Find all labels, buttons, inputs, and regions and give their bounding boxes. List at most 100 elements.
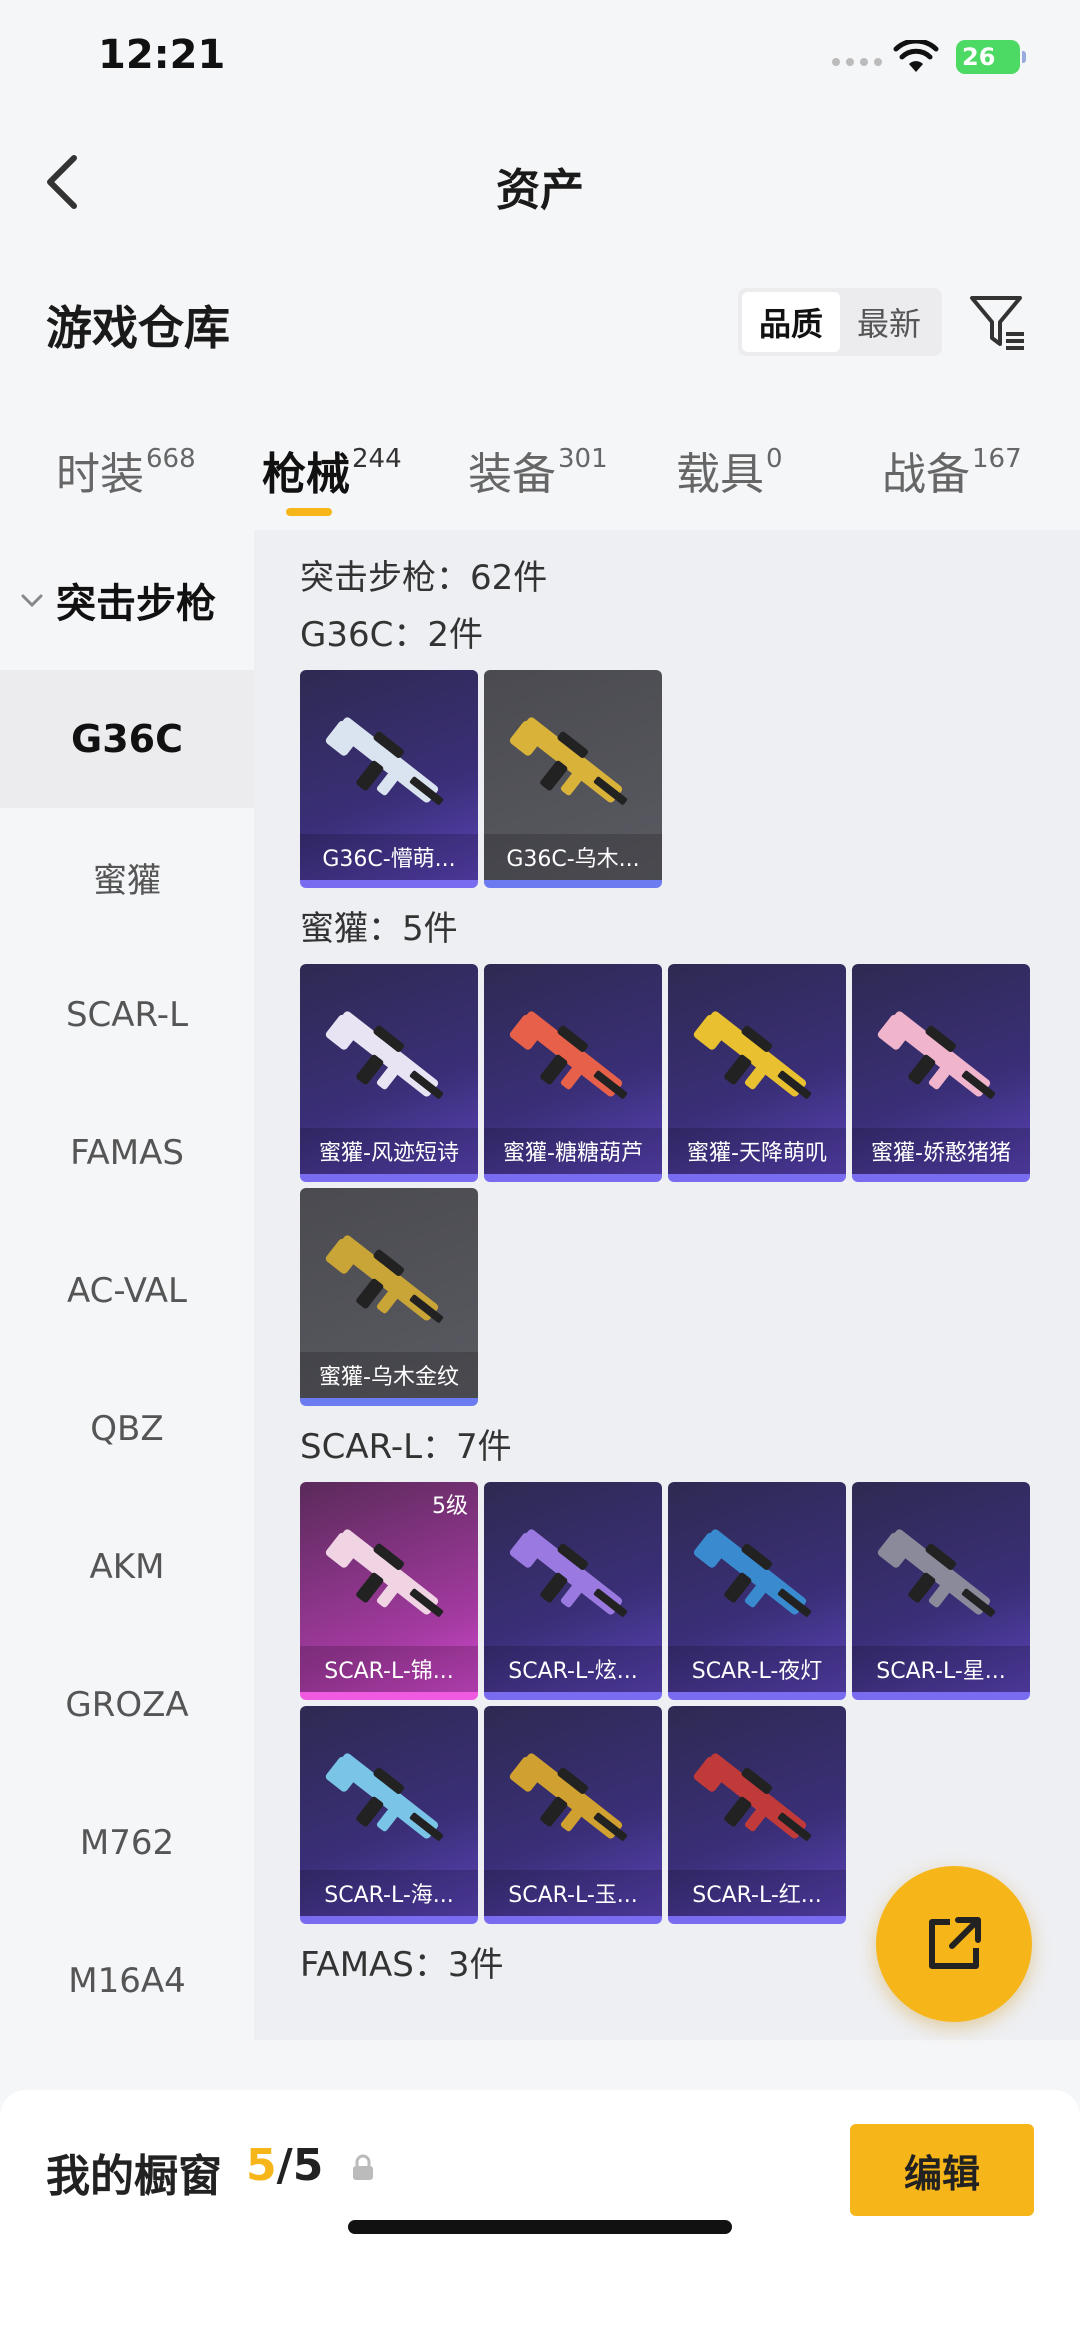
skin-card[interactable]: 蜜獾-糖糖葫芦 <box>484 964 662 1182</box>
sort-quality-button[interactable]: 品质 <box>742 292 840 352</box>
rifle-image <box>509 1529 628 1617</box>
tab-label: 装备 <box>468 449 556 500</box>
showcase-count: 5/5 <box>246 2140 323 2191</box>
sidebar-group-label: 突击步枪 <box>56 581 216 627</box>
skin-name: SCAR-L-锦... <box>300 1646 478 1692</box>
edit-button[interactable]: 编辑 <box>850 2124 1034 2216</box>
skin-card[interactable]: G36C-懵萌... <box>300 670 478 888</box>
skin-card[interactable]: 5级 SCAR-L-锦... <box>300 1482 478 1700</box>
group-heading-honey-badger: 蜜獾：5件 <box>300 909 458 949</box>
signal-icon <box>832 58 882 66</box>
group-heading-g36c: G36C：2件 <box>300 615 483 655</box>
section-title: 游戏仓库 <box>46 301 230 355</box>
tab-count: 167 <box>972 444 1022 474</box>
tab-label: 时装 <box>56 449 144 500</box>
tab-count: 0 <box>766 444 783 474</box>
skin-card[interactable]: SCAR-L-星... <box>852 1482 1030 1700</box>
filter-icon[interactable] <box>966 290 1030 354</box>
chevron-down-icon <box>21 594 43 608</box>
rifle-image <box>325 1753 444 1841</box>
skin-name: G36C-乌木... <box>484 834 662 880</box>
share-button[interactable] <box>876 1866 1032 2022</box>
showcase-total: /5 <box>276 2140 324 2191</box>
skin-card[interactable]: SCAR-L-海... <box>300 1706 478 1924</box>
skin-name: 蜜獾-天降萌叽 <box>668 1128 846 1174</box>
skin-name: SCAR-L-星... <box>852 1646 1030 1692</box>
tab-count: 244 <box>352 444 402 474</box>
level-badge: 5级 <box>432 1494 468 1519</box>
skin-grid: 蜜獾-风迹短诗 蜜獾-糖糖葫芦 蜜獾-天降萌叽 蜜獾-娇憨猪猪 蜜獾-乌木金纹 <box>300 964 1040 1406</box>
sidebar-item-akm[interactable]: AKM <box>0 1498 254 1636</box>
skin-grid: 5级 SCAR-L-锦... SCAR-L-炫... SCAR-L-夜灯 SCAR… <box>300 1482 1040 1924</box>
tab-equipment[interactable]: 装备301 <box>468 438 608 502</box>
skin-card[interactable]: 蜜獾-天降萌叽 <box>668 964 846 1182</box>
rifle-image <box>877 1529 996 1617</box>
tab-count: 301 <box>558 444 608 474</box>
share-icon <box>929 1917 981 1969</box>
skin-name: 蜜獾-糖糖葫芦 <box>484 1128 662 1174</box>
tab-label: 战备 <box>882 449 970 500</box>
showcase-current: 5 <box>246 2140 277 2191</box>
sort-latest-button[interactable]: 最新 <box>840 292 938 352</box>
tab-weapons[interactable]: 枪械244 <box>262 438 402 502</box>
sidebar-item-scar-l[interactable]: SCAR-L <box>0 946 254 1084</box>
skin-card[interactable]: 蜜獾-娇憨猪猪 <box>852 964 1030 1182</box>
category-count: 突击步枪：62件 <box>300 558 548 598</box>
sidebar-item-qbz[interactable]: QBZ <box>0 1360 254 1498</box>
skin-card[interactable]: 蜜獾-乌木金纹 <box>300 1188 478 1406</box>
page-title: 资产 <box>496 165 584 216</box>
skin-name: SCAR-L-海... <box>300 1870 478 1916</box>
skin-card[interactable]: SCAR-L-玉... <box>484 1706 662 1924</box>
sidebar-item-ac-val[interactable]: AC-VAL <box>0 1222 254 1360</box>
skin-card[interactable]: G36C-乌木... <box>484 670 662 888</box>
rifle-image <box>693 1011 812 1099</box>
sidebar-item-m16a4[interactable]: M16A4 <box>0 1912 254 2040</box>
battery-level: 26 <box>962 43 996 71</box>
rifle-image <box>325 1529 444 1617</box>
weapon-sidebar: 突击步枪 G36C 蜜獾 SCAR-L FAMAS AC-VAL QBZ AKM… <box>0 530 254 2040</box>
sidebar-item-m762[interactable]: M762 <box>0 1774 254 1912</box>
rifle-image <box>509 717 628 805</box>
battery-icon: 26 <box>956 40 1026 74</box>
tab-label: 枪械 <box>262 449 350 500</box>
tab-count: 668 <box>146 444 196 474</box>
tab-fashion[interactable]: 时装668 <box>56 438 196 502</box>
weapon-content: 突击步枪：62件 G36C：2件 G36C-懵萌... G36C-乌木... 蜜… <box>254 530 1080 2040</box>
sidebar-item-g36c[interactable]: G36C <box>0 670 254 808</box>
sidebar-item-famas[interactable]: FAMAS <box>0 1084 254 1222</box>
warehouse-header: 游戏仓库 品质 最新 <box>0 270 1080 380</box>
status-time: 12:21 <box>98 32 226 78</box>
sidebar-item-groza[interactable]: GROZA <box>0 1636 254 1774</box>
rifle-image <box>325 1235 444 1323</box>
tab-vehicles[interactable]: 载具0 <box>676 438 783 502</box>
skin-name: SCAR-L-玉... <box>484 1870 662 1916</box>
status-bar: 12:21 26 <box>0 0 1080 120</box>
rifle-image <box>877 1011 996 1099</box>
skin-card[interactable]: SCAR-L-红... <box>668 1706 846 1924</box>
sidebar-item-honey-badger[interactable]: 蜜獾 <box>0 808 254 946</box>
rifle-image <box>325 1011 444 1099</box>
skin-card[interactable]: SCAR-L-炫... <box>484 1482 662 1700</box>
skin-name: 蜜獾-娇憨猪猪 <box>852 1128 1030 1174</box>
skin-name: G36C-懵萌... <box>300 834 478 880</box>
skin-grid: G36C-懵萌... G36C-乌木... <box>300 670 1040 888</box>
rifle-image <box>693 1529 812 1617</box>
skin-name: SCAR-L-红... <box>668 1870 846 1916</box>
skin-name: 蜜獾-风迹短诗 <box>300 1128 478 1174</box>
tab-label: 载具 <box>676 449 764 500</box>
wifi-icon <box>893 40 939 72</box>
sort-toggle: 品质 最新 <box>738 288 942 356</box>
tab-supplies[interactable]: 战备167 <box>882 438 1022 502</box>
skin-card[interactable]: 蜜獾-风迹短诗 <box>300 964 478 1182</box>
lock-icon <box>353 2154 373 2180</box>
skin-name: 蜜獾-乌木金纹 <box>300 1352 478 1398</box>
sidebar-group-assault-rifles[interactable]: 突击步枪 <box>0 530 254 670</box>
showcase-label: 我的橱窗 <box>46 2151 222 2202</box>
rifle-image <box>325 717 444 805</box>
nav-bar: 资产 <box>0 120 1080 240</box>
category-tabs: 时装668 枪械244 装备301 载具0 战备167 <box>0 420 1080 530</box>
skin-card[interactable]: SCAR-L-夜灯 <box>668 1482 846 1700</box>
showcase-panel: 我的橱窗 5/5 编辑 <box>0 2090 1080 2339</box>
skin-name: SCAR-L-炫... <box>484 1646 662 1692</box>
rifle-image <box>693 1753 812 1841</box>
